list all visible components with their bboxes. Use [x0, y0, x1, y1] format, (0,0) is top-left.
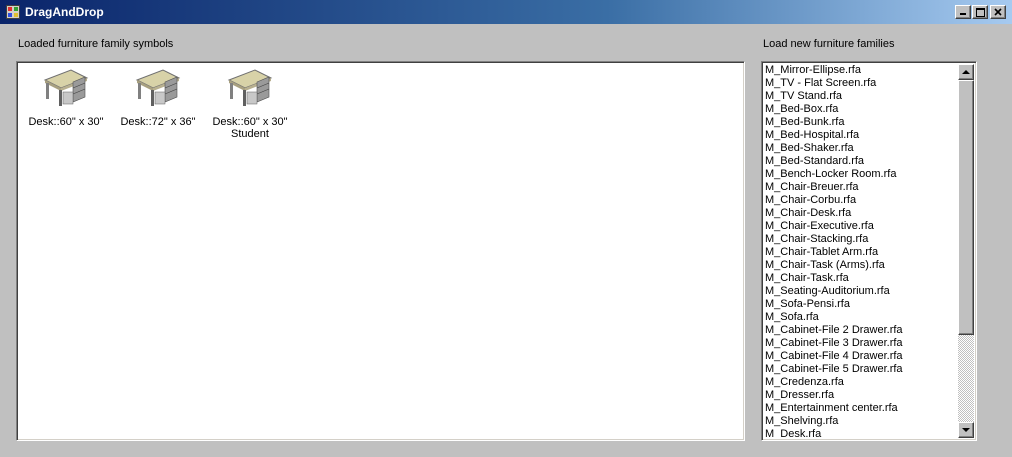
- list-item[interactable]: M_Cabinet-File 2 Drawer.rfa: [764, 324, 958, 337]
- list-item[interactable]: M_Bench-Locker Room.rfa: [764, 168, 958, 181]
- list-item[interactable]: M_Chair-Desk.rfa: [764, 207, 958, 220]
- list-item[interactable]: M_Sofa.rfa: [764, 311, 958, 324]
- list-item[interactable]: M_Chair-Executive.rfa: [764, 220, 958, 233]
- symbol-label: Desk::60" x 30": [28, 116, 104, 128]
- list-item[interactable]: M_Cabinet-File 5 Drawer.rfa: [764, 363, 958, 376]
- list-item[interactable]: M_Bed-Standard.rfa: [764, 155, 958, 168]
- desk-icon: [43, 69, 89, 106]
- list-item[interactable]: M_Bed-Bunk.rfa: [764, 116, 958, 129]
- list-item[interactable]: M_TV - Flat Screen.rfa: [764, 77, 958, 90]
- list-item[interactable]: M_Sofa-Pensi.rfa: [764, 298, 958, 311]
- app-icon: [6, 5, 20, 19]
- list-item[interactable]: M_Mirror-Ellipse.rfa: [764, 64, 958, 77]
- list-item[interactable]: M_Bed-Shaker.rfa: [764, 142, 958, 155]
- families-listbox[interactable]: M_Mirror-Ellipse.rfa M_TV - Flat Screen.r…: [761, 61, 977, 441]
- close-button[interactable]: [990, 5, 1006, 19]
- minimize-button[interactable]: [955, 5, 971, 19]
- symbol-desk-72x36[interactable]: Desk::72" x 36": [112, 66, 204, 128]
- symbol-label: Desk::60" x 30" Student: [212, 116, 288, 140]
- minimize-icon: [960, 13, 966, 15]
- list-item[interactable]: M_TV Stand.rfa: [764, 90, 958, 103]
- file-list[interactable]: M_Mirror-Ellipse.rfa M_TV - Flat Screen.r…: [764, 64, 958, 438]
- list-item[interactable]: M_Bed-Box.rfa: [764, 103, 958, 116]
- list-item[interactable]: M_Shelving.rfa: [764, 415, 958, 428]
- list-item[interactable]: M_Chair-Stacking.rfa: [764, 233, 958, 246]
- maximize-icon: [975, 7, 985, 17]
- list-item[interactable]: M_Chair-Tablet Arm.rfa: [764, 246, 958, 259]
- load-families-label: Load new furniture families: [763, 38, 895, 50]
- vertical-scrollbar[interactable]: [958, 64, 974, 438]
- list-item[interactable]: M_Cabinet-File 4 Drawer.rfa: [764, 350, 958, 363]
- list-item[interactable]: M_Seating-Auditorium.rfa: [764, 285, 958, 298]
- list-item[interactable]: M_Entertainment center.rfa: [764, 402, 958, 415]
- arrow-down-icon: [962, 427, 970, 432]
- loaded-symbols-panel[interactable]: Desk::60" x 30" Desk::72" x 36" Desk::60…: [16, 61, 745, 441]
- list-item[interactable]: M_Chair-Task (Arms).rfa: [764, 259, 958, 272]
- list-item[interactable]: M_Desk.rfa: [764, 428, 958, 438]
- list-item[interactable]: M_Bed-Hospital.rfa: [764, 129, 958, 142]
- symbol-desk-60x30[interactable]: Desk::60" x 30": [20, 66, 112, 128]
- desk-icon: [227, 69, 273, 106]
- symbol-label: Desk::72" x 36": [120, 116, 196, 128]
- scroll-thumb[interactable]: [958, 80, 974, 335]
- list-item[interactable]: M_Chair-Corbu.rfa: [764, 194, 958, 207]
- window-title: DragAndDrop: [25, 5, 104, 19]
- scroll-up-button[interactable]: [958, 64, 974, 80]
- title-bar[interactable]: DragAndDrop: [0, 0, 1012, 24]
- maximize-button[interactable]: [972, 5, 988, 19]
- close-icon: [994, 8, 1002, 16]
- loaded-symbols-label: Loaded furniture family symbols: [18, 38, 174, 50]
- symbol-desk-60x30-student[interactable]: Desk::60" x 30" Student: [204, 66, 296, 140]
- desk-icon: [135, 69, 181, 106]
- list-item[interactable]: M_Chair-Breuer.rfa: [764, 181, 958, 194]
- arrow-up-icon: [962, 69, 970, 74]
- list-item[interactable]: M_Chair-Task.rfa: [764, 272, 958, 285]
- list-item[interactable]: M_Dresser.rfa: [764, 389, 958, 402]
- list-item[interactable]: M_Credenza.rfa: [764, 376, 958, 389]
- scroll-down-button[interactable]: [958, 422, 974, 438]
- list-item[interactable]: M_Cabinet-File 3 Drawer.rfa: [764, 337, 958, 350]
